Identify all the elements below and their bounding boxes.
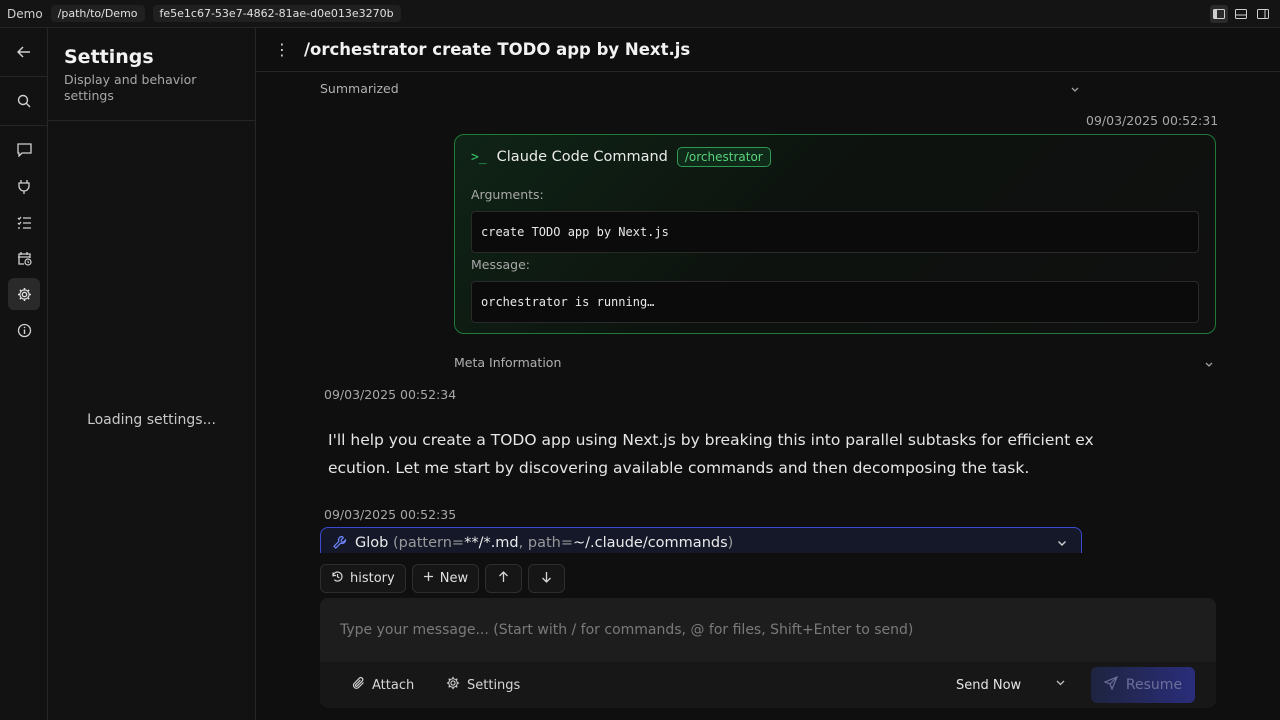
history-label: history xyxy=(350,571,395,586)
arrow-down-icon xyxy=(541,571,552,587)
session-header: ⋮ /orchestrator create TODO app by Next.… xyxy=(256,28,1280,72)
tool-args-open: ( xyxy=(388,535,399,551)
gear-icon[interactable] xyxy=(8,278,40,310)
project-path-chip[interactable]: /path/to/Demo xyxy=(50,5,145,22)
app-name: Demo xyxy=(7,6,43,21)
history-button[interactable]: history xyxy=(320,564,406,593)
chat-icon[interactable] xyxy=(8,134,40,166)
attach-button[interactable]: Attach xyxy=(352,670,414,700)
info-icon[interactable] xyxy=(8,314,40,346)
message-box: orchestrator is running… xyxy=(471,281,1199,323)
message-label: Message: xyxy=(471,257,530,272)
chevron-down-icon[interactable] xyxy=(1070,79,1080,98)
wrench-icon xyxy=(333,535,347,553)
composer-actions: Attach Settings Send Now Resume xyxy=(320,662,1216,708)
arrow-up-icon xyxy=(498,570,509,587)
settings-subtitle: Display and behavior settings xyxy=(64,72,197,103)
send-icon xyxy=(1103,675,1119,694)
chevron-down-icon[interactable] xyxy=(1204,354,1214,373)
history-icon xyxy=(331,570,344,587)
composer-settings-button[interactable]: Settings xyxy=(446,670,520,700)
settings-title: Settings xyxy=(64,46,154,68)
composer: Attach Settings Send Now Resume xyxy=(320,598,1216,708)
main-area: ⋮ /orchestrator create TODO app by Next.… xyxy=(256,28,1280,720)
chevron-down-icon xyxy=(1055,677,1066,692)
settings-divider xyxy=(48,120,255,121)
arguments-box: create TODO app by Next.js xyxy=(471,211,1199,253)
tool-param-key: pattern= xyxy=(398,535,465,551)
message-timestamp: 09/03/2025 00:52:31 xyxy=(1086,113,1219,128)
send-mode-value: Send Now xyxy=(956,677,1022,693)
back-arrow-icon[interactable] xyxy=(8,36,40,68)
settings-panel: Settings Display and behavior settings L… xyxy=(48,28,256,720)
new-label: New xyxy=(439,571,469,586)
message-input[interactable] xyxy=(320,598,1216,662)
scroll-down-button[interactable] xyxy=(528,564,566,593)
layout-toggle-group xyxy=(1210,5,1272,23)
session-id-chip[interactable]: fe5e1c67-53e7-4862-81ae-d0e013e3270b xyxy=(152,5,401,22)
plus-icon xyxy=(423,571,434,586)
sidebar-layout-icon[interactable] xyxy=(1210,5,1228,23)
bottom-panel-layout-icon[interactable] xyxy=(1232,5,1250,23)
paperclip-icon xyxy=(352,676,365,694)
rail-divider xyxy=(0,76,48,77)
scroll-up-button[interactable] xyxy=(485,564,523,593)
message-timestamp: 09/03/2025 00:52:34 xyxy=(324,387,457,402)
settings-label: Settings xyxy=(467,677,521,693)
icon-rail xyxy=(0,28,48,720)
tool-param-value: ~/.claude/commands xyxy=(572,535,728,551)
tool-args-separator: , xyxy=(518,535,528,551)
gear-icon xyxy=(446,676,460,694)
tool-args-close: ) xyxy=(727,535,734,551)
tool-call-card[interactable]: Glob ( pattern= **/*.md , path= ~/.claud… xyxy=(320,527,1082,553)
meta-information-toggle[interactable]: Meta Information xyxy=(454,355,561,370)
plug-icon[interactable] xyxy=(8,170,40,202)
calendar-clock-icon[interactable] xyxy=(8,242,40,274)
new-session-button[interactable]: New xyxy=(411,564,480,593)
command-card: >_ Claude Code Command /orchestrator Arg… xyxy=(454,134,1216,334)
session-title: /orchestrator create TODO app by Next.js xyxy=(304,40,691,59)
command-badge: /orchestrator xyxy=(676,147,771,167)
tool-param-value: **/*.md xyxy=(464,535,519,551)
tool-param-key: path= xyxy=(527,535,573,551)
conversation-scroll[interactable]: Summarized 09/03/2025 00:52:31 >_ Claude… xyxy=(256,73,1280,553)
tool-name: Glob xyxy=(355,535,389,551)
right-panel-layout-icon[interactable] xyxy=(1254,5,1272,23)
attach-label: Attach xyxy=(372,677,415,693)
top-bar: Demo /path/to/Demo fe5e1c67-53e7-4862-81… xyxy=(0,0,1280,28)
assistant-message: I'll help you create a TODO app using Ne… xyxy=(328,431,1094,477)
summarized-toggle[interactable]: Summarized xyxy=(320,81,399,96)
terminal-prompt-icon: >_ xyxy=(471,149,487,165)
arguments-label: Arguments: xyxy=(471,187,544,202)
settings-loading-text: Loading settings... xyxy=(87,412,216,428)
command-card-title: Claude Code Command xyxy=(496,149,668,165)
resume-label: Resume xyxy=(1125,677,1183,693)
composer-toolbar: history New xyxy=(320,564,566,593)
chevron-down-icon[interactable] xyxy=(1057,536,1067,552)
tasks-icon[interactable] xyxy=(8,206,40,238)
message-timestamp: 09/03/2025 00:52:35 xyxy=(324,507,457,522)
rail-divider xyxy=(0,125,48,126)
send-mode-select[interactable]: Send Now xyxy=(944,670,1078,700)
resume-button[interactable]: Resume xyxy=(1091,667,1195,703)
kebab-menu-icon[interactable]: ⋮ xyxy=(272,40,292,59)
search-icon[interactable] xyxy=(8,85,40,117)
